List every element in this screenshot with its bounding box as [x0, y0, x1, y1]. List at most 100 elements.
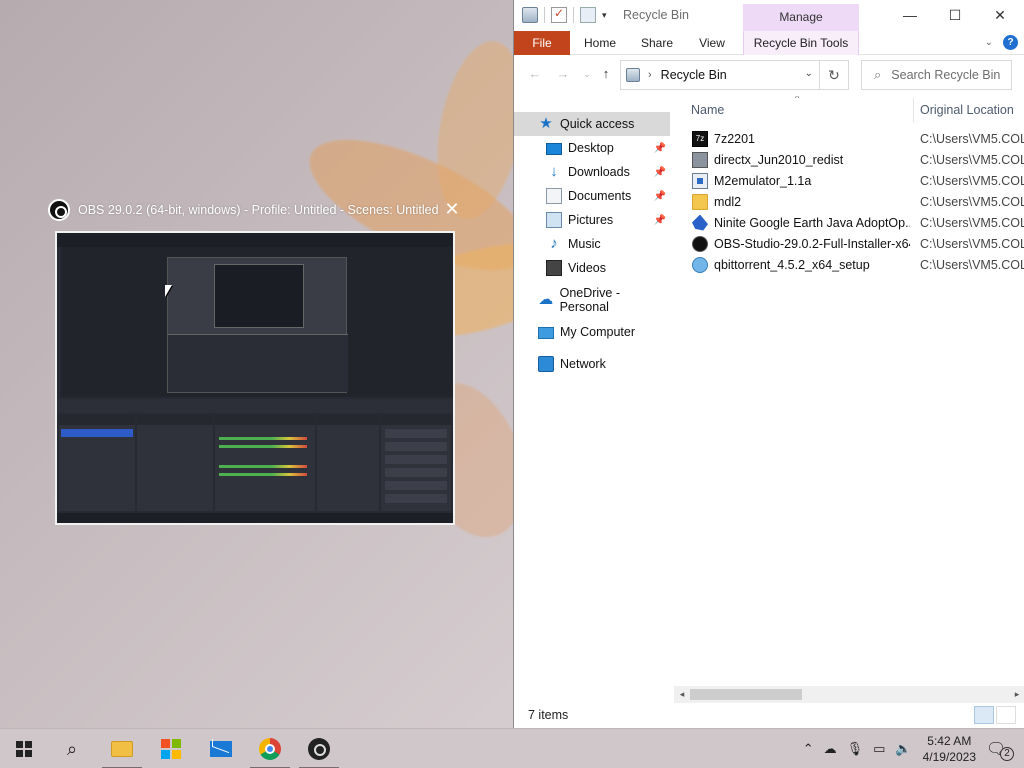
new-folder-icon[interactable] — [580, 7, 596, 23]
nav-label: Quick access — [560, 117, 635, 131]
scroll-left-arrow-icon[interactable]: ◂ — [674, 686, 690, 703]
obs-taskbar-preview[interactable]: OBS 29.0.2 (64-bit, windows) - Profile: … — [45, 195, 465, 535]
maximize-button[interactable]: ☐ — [932, 0, 978, 31]
title-bar[interactable]: ▾ Recycle Bin Manage — ☐ ✕ — [514, 0, 1024, 31]
list-item[interactable]: mdl2 C:\Users\VM5.COLL — [674, 191, 1024, 212]
nav-label: Documents — [568, 189, 632, 203]
list-item[interactable]: qbittorrent_4.5.2_x64_setup C:\Users\VM5… — [674, 254, 1024, 275]
minimize-button[interactable]: — — [887, 0, 933, 31]
taskbar-obs[interactable] — [295, 729, 343, 768]
downloads-icon: ↓ — [550, 163, 558, 180]
tab-home[interactable]: Home — [580, 31, 620, 55]
close-button[interactable]: ✕ — [977, 0, 1023, 31]
nav-label: Downloads — [568, 165, 630, 179]
customize-toolbar-chevron-icon[interactable]: ▾ — [602, 10, 607, 21]
nav-label: Pictures — [568, 213, 614, 227]
nav-item-onedrive[interactable]: ☁ OneDrive - Personal — [514, 286, 670, 314]
breadcrumb-recycle-bin[interactable]: Recycle Bin — [661, 68, 727, 82]
file-location: C:\Users\VM5.COLL — [920, 152, 1024, 167]
taskbar-chrome[interactable] — [246, 729, 294, 768]
nav-label: Music — [568, 237, 601, 251]
list-item[interactable]: Ninite Google Earth Java AdoptOp... C:\U… — [674, 212, 1024, 233]
address-dropdown-chevron-icon[interactable]: ⌄ — [805, 68, 813, 79]
close-icon[interactable]: ✕ — [443, 200, 461, 219]
nav-label: Network — [560, 357, 606, 371]
file-location: C:\Users\VM5.COLL — [920, 173, 1024, 188]
nav-item-music[interactable]: ♪ Music — [514, 232, 670, 256]
start-button[interactable] — [0, 729, 48, 768]
search-input[interactable] — [891, 68, 1002, 82]
nav-item-videos[interactable]: Videos — [514, 256, 670, 280]
list-item[interactable]: OBS-Studio-29.0.2-Full-Installer-x64 C:\… — [674, 233, 1024, 254]
list-item[interactable]: directx_Jun2010_redist C:\Users\VM5.COLL — [674, 149, 1024, 170]
nav-item-desktop[interactable]: Desktop 📌 — [514, 136, 670, 160]
nav-item-quick-access[interactable]: ★ Quick access — [514, 112, 670, 136]
expand-ribbon-chevron-icon[interactable]: ⌄ — [985, 37, 993, 48]
scroll-right-arrow-icon[interactable]: ▸ — [1009, 686, 1024, 703]
taskbar-mail[interactable] — [197, 729, 245, 768]
up-button[interactable]: ↑ — [597, 65, 615, 83]
file-location: C:\Users\VM5.COLL — [920, 194, 1024, 209]
refresh-button[interactable]: ↻ — [819, 60, 849, 90]
column-divider[interactable] — [913, 98, 914, 122]
help-icon[interactable]: ? — [1003, 35, 1018, 50]
onedrive-icon[interactable]: ☁ — [824, 741, 837, 757]
nested-window — [214, 264, 304, 328]
details-view-icon[interactable] — [974, 706, 994, 724]
list-item[interactable]: 7z 7z2201 C:\Users\VM5.COLL — [674, 128, 1024, 149]
large-icons-view-icon[interactable] — [996, 706, 1016, 724]
column-header-original-location[interactable]: Original Location — [920, 96, 1014, 124]
file-list[interactable]: Name ^ Original Location 7z 7z2201 C:\Us… — [674, 96, 1024, 686]
network-icon[interactable]: ▭ — [873, 741, 885, 757]
scrollbar-thumb[interactable] — [690, 689, 802, 700]
file-location: C:\Users\VM5.COLL — [920, 131, 1024, 146]
obs-preview-thumbnail[interactable] — [55, 231, 455, 525]
ribbon-tabs: File Home Share View Recycle Bin Tools ⌄… — [514, 31, 1024, 55]
address-bar[interactable]: › Recycle Bin ⌄ — [620, 60, 820, 90]
obs-scenes-dock — [59, 415, 135, 511]
documents-icon — [546, 188, 562, 204]
breadcrumb-chevron-icon[interactable]: › — [648, 69, 652, 81]
window-title: Recycle Bin — [623, 8, 689, 22]
taskbar-microsoft-store[interactable] — [147, 729, 195, 768]
taskbar-file-explorer[interactable] — [98, 729, 146, 768]
show-hidden-icons-chevron-icon[interactable]: ⌃ — [803, 741, 814, 757]
file-location: C:\Users\VM5.COLL — [920, 236, 1024, 251]
tab-share[interactable]: Share — [636, 31, 678, 55]
action-center-button[interactable]: 🗨 2 — [986, 739, 1014, 761]
horizontal-scrollbar[interactable]: ◂ ▸ — [674, 686, 1024, 703]
volume-icon[interactable]: 🔈 — [895, 741, 911, 757]
installer-icon — [692, 151, 708, 168]
search-box[interactable]: ⌕ — [861, 60, 1012, 90]
back-button[interactable]: ← — [526, 65, 544, 83]
column-header-name[interactable]: Name — [691, 96, 724, 124]
clock-date: 4/19/2023 — [922, 750, 976, 764]
file-name: M2emulator_1.1a — [714, 173, 812, 188]
nav-item-documents[interactable]: Documents 📌 — [514, 184, 670, 208]
nav-item-my-computer[interactable]: My Computer — [514, 320, 670, 344]
desktop-icon — [546, 143, 562, 155]
nav-label: Desktop — [568, 141, 614, 155]
taskbar-search-button[interactable]: ⌕ — [48, 729, 96, 768]
clock-time: 5:42 AM — [927, 734, 972, 748]
nav-item-network[interactable]: Network — [514, 352, 670, 376]
tab-file[interactable]: File — [514, 31, 570, 55]
store-icon — [161, 739, 181, 759]
file-explorer-window[interactable]: ▾ Recycle Bin Manage — ☐ ✕ File Home Sha… — [513, 0, 1024, 728]
list-item[interactable]: M2emulator_1.1a C:\Users\VM5.COLL — [674, 170, 1024, 191]
nav-item-pictures[interactable]: Pictures 📌 — [514, 208, 670, 232]
tab-view[interactable]: View — [694, 31, 730, 55]
quick-access-toolbar: ▾ — [522, 6, 607, 23]
tab-recycle-bin-tools[interactable]: Recycle Bin Tools — [743, 31, 859, 55]
properties-icon[interactable] — [551, 6, 567, 23]
obs-nested-capture — [167, 257, 348, 393]
recent-locations-chevron-icon[interactable]: ⌄ — [578, 65, 596, 83]
nav-item-downloads[interactable]: ↓ Downloads 📌 — [514, 160, 670, 184]
sort-ascending-icon: ^ — [795, 96, 800, 103]
taskbar-clock[interactable]: 5:42 AM 4/19/2023 — [923, 733, 976, 765]
file-name: qbittorrent_4.5.2_x64_setup — [714, 257, 870, 272]
forward-button[interactable]: → — [554, 65, 572, 83]
file-name: 7z2201 — [714, 131, 756, 146]
star-icon: ★ — [539, 115, 553, 132]
microphone-icon[interactable]: 🎙 — [847, 741, 864, 757]
